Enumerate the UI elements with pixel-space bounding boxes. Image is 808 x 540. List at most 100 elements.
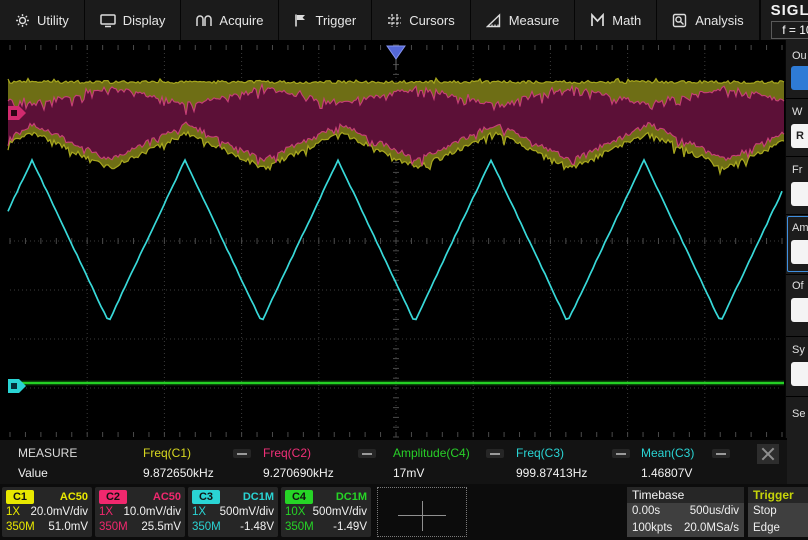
- brand-block: SIGLENT Stop f = 10.94687MHz: [760, 0, 808, 40]
- crosshair-icon: [422, 501, 423, 531]
- menu-acquire[interactable]: Acquire: [181, 0, 279, 40]
- measure-remove-button[interactable]: [712, 449, 730, 458]
- sidebar-label-symmetry: Sy: [792, 344, 805, 356]
- trigger-status: Stop: [753, 503, 805, 520]
- c1-offset: 51.0mV: [48, 520, 88, 535]
- sidebar-label-output: Ou: [792, 50, 807, 62]
- measure-value-amplitude-c4: 17mV: [393, 466, 424, 480]
- measure-icon: [486, 13, 502, 28]
- sidebar-offset-input[interactable]: [791, 298, 808, 322]
- menu-trigger[interactable]: Trigger: [279, 0, 372, 40]
- awg-sidebar: Ou W R Fr Am Of Sy Se: [785, 40, 808, 485]
- c3-scale: 500mV/div: [220, 505, 274, 520]
- sidebar-wave-select[interactable]: R: [791, 124, 808, 148]
- channel-tab-c1[interactable]: C1: [6, 490, 34, 504]
- c4-offset: -1.49V: [333, 520, 367, 535]
- sidebar-label-settings: Se: [792, 408, 805, 420]
- measure-remove-button[interactable]: [486, 449, 504, 458]
- sidebar-frequency-input[interactable]: [791, 182, 808, 206]
- c3-offset: -1.48V: [240, 520, 274, 535]
- measure-label-mean-c3: Mean(C3): [641, 446, 694, 460]
- menu-cursors[interactable]: Cursors: [372, 0, 471, 40]
- menu-cursors-label: Cursors: [409, 13, 455, 28]
- measure-remove-button[interactable]: [358, 449, 376, 458]
- measure-label-freq-c2: Freq(C2): [263, 446, 311, 460]
- measure-close-button[interactable]: [757, 444, 779, 464]
- measure-remove-button[interactable]: [233, 449, 251, 458]
- sidebar-label-wave: W: [792, 106, 802, 118]
- channel-descriptor-c3[interactable]: C3 DC1M 1X 500mV/div 350M -1.48V: [188, 487, 278, 537]
- c2-coupling: AC50: [153, 491, 181, 503]
- monitor-icon: [100, 13, 116, 28]
- menu-measure[interactable]: Measure: [471, 0, 576, 40]
- measure-bar: MEASURE Value Freq(C1) 9.872650kHz Freq(…: [0, 438, 787, 484]
- c4-coupling: DC1M: [336, 491, 367, 503]
- oscilloscope-screen: Utility Display Acquire Trigger Cursors: [0, 0, 808, 540]
- menu-acquire-label: Acquire: [219, 13, 263, 28]
- menu-display[interactable]: Display: [85, 0, 182, 40]
- menu-math[interactable]: Math: [575, 0, 657, 40]
- menu-display-label: Display: [123, 13, 166, 28]
- channel-descriptor-c1[interactable]: C1 AC50 1X 20.0mV/div 350M 51.0mV: [2, 487, 92, 537]
- math-icon: [590, 13, 605, 28]
- c2-atten: 1X: [99, 505, 113, 520]
- measure-remove-button[interactable]: [612, 449, 630, 458]
- sidebar-symmetry-input[interactable]: [791, 362, 808, 386]
- c1-bandwidth: 350M: [6, 520, 35, 535]
- c4-scale: 500mV/div: [313, 505, 367, 520]
- c4-atten: 10X: [285, 505, 305, 520]
- sidebar-label-offset: Of: [792, 280, 804, 292]
- acquire-icon: [196, 13, 212, 28]
- c2-bandwidth: 350M: [99, 520, 128, 535]
- channel-descriptor-c4[interactable]: C4 DC1M 10X 500mV/div 350M -1.49V: [281, 487, 371, 537]
- timebase-points: 100kpts: [632, 520, 672, 537]
- trigger-title: Trigger: [748, 487, 808, 503]
- gear-icon: [15, 13, 30, 28]
- measure-value-mean-c3: 1.46807V: [641, 466, 692, 480]
- timebase-samplerate: 20.0MSa/s: [684, 520, 739, 537]
- c1-scale: 20.0mV/div: [30, 505, 88, 520]
- menu-trigger-label: Trigger: [315, 13, 356, 28]
- waveform-display[interactable]: [0, 40, 786, 438]
- measure-value-freq-c3: 999.87413Hz: [516, 466, 587, 480]
- c3-bandwidth: 350M: [192, 520, 221, 535]
- siglent-logo: SIGLENT: [771, 2, 808, 19]
- measure-title: MEASURE: [18, 446, 77, 460]
- menu-utility-label: Utility: [37, 13, 69, 28]
- measure-value-freq-c1: 9.872650kHz: [143, 466, 214, 480]
- sidebar-label-frequency: Fr: [792, 164, 802, 176]
- probe-adjust-box[interactable]: [377, 487, 467, 537]
- timebase-title: Timebase: [627, 487, 744, 503]
- c3-coupling: DC1M: [243, 491, 274, 503]
- cursors-icon: [387, 13, 402, 28]
- measure-label-freq-c1: Freq(C1): [143, 446, 191, 460]
- trigger-box[interactable]: Trigger Stop Edge: [748, 487, 808, 537]
- measure-label-freq-c3: Freq(C3): [516, 446, 564, 460]
- menu-math-label: Math: [612, 13, 641, 28]
- c1-atten: 1X: [6, 505, 20, 520]
- channel-tab-c3[interactable]: C3: [192, 490, 220, 504]
- channel-descriptor-c2[interactable]: C2 AC50 1X10.0mV/div 350M25.5mV: [95, 487, 185, 537]
- menu-analysis-label: Analysis: [695, 13, 743, 28]
- channel-tab-c2[interactable]: C2: [99, 490, 127, 504]
- c2-offset: 25.5mV: [141, 520, 181, 535]
- menu-utility[interactable]: Utility: [0, 0, 85, 40]
- frequency-counter: f = 10.94687MHz: [771, 21, 808, 39]
- c3-atten: 1X: [192, 505, 206, 520]
- flag-icon: [294, 13, 308, 28]
- c4-bandwidth: 350M: [285, 520, 314, 535]
- timebase-box[interactable]: Timebase 0.00s 500us/div 100kpts 20.0MSa…: [627, 487, 744, 537]
- menu-bar: Utility Display Acquire Trigger Cursors: [0, 0, 808, 40]
- analysis-icon: [672, 13, 688, 28]
- c1-coupling: AC50: [60, 491, 88, 503]
- sidebar-output-toggle[interactable]: [791, 66, 808, 90]
- bottom-bar: C1 AC50 1X20.0mV/div 350M51.0mV C2 AC50 …: [0, 484, 808, 540]
- menu-analysis[interactable]: Analysis: [657, 0, 759, 40]
- measure-label-amplitude-c4: Amplitude(C4): [393, 446, 470, 460]
- waveform-svg: [0, 40, 786, 438]
- timebase-scale: 500us/div: [690, 503, 739, 520]
- channel-tab-c4[interactable]: C4: [285, 490, 313, 504]
- trigger-type: Edge: [753, 520, 805, 537]
- sidebar-amplitude-input[interactable]: [791, 240, 808, 264]
- measure-row-label: Value: [18, 466, 48, 480]
